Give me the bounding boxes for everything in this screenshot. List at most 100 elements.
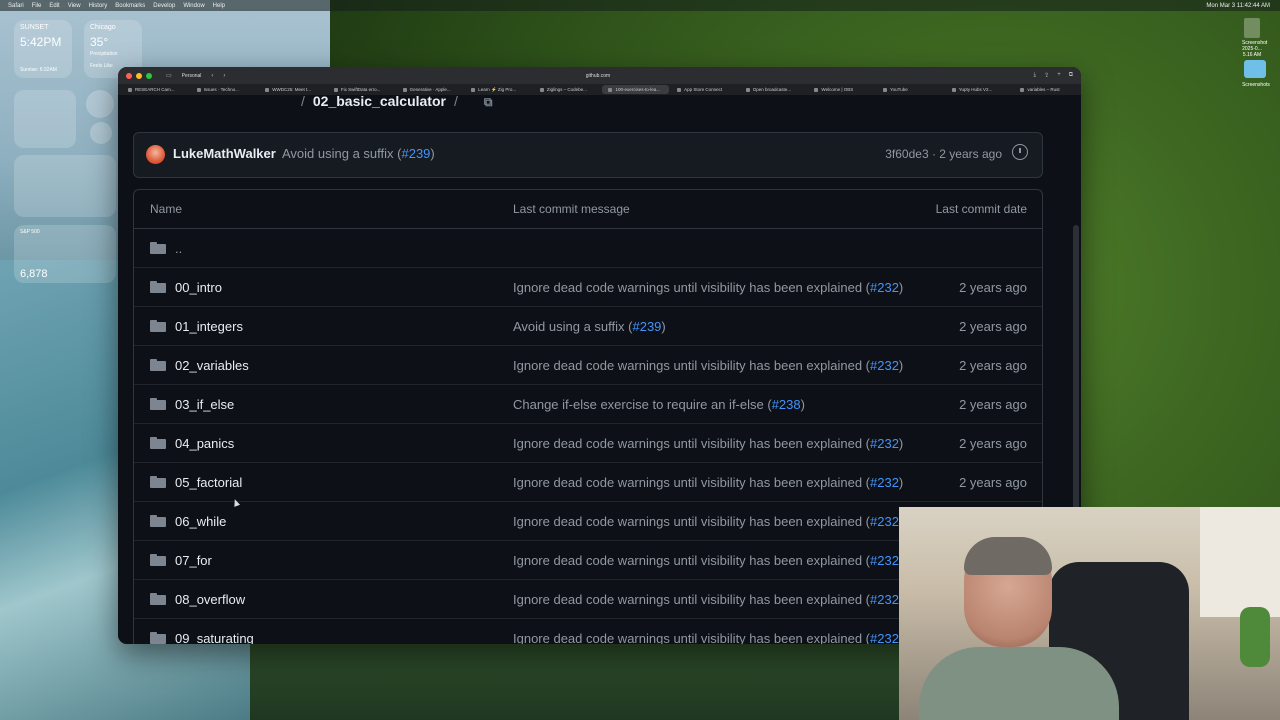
menu-view[interactable]: View — [68, 3, 81, 9]
menu-develop[interactable]: Develop — [153, 3, 175, 9]
menu-window[interactable]: Window — [183, 3, 204, 9]
new-tab-icon[interactable]: + — [1057, 72, 1061, 79]
tab[interactable]: Generative · Apple... — [397, 85, 464, 94]
stock-name: S&P 500 — [20, 229, 40, 235]
commit-pr-link[interactable]: #239 — [401, 146, 430, 161]
folder-name-link[interactable]: 05_factorial — [175, 475, 242, 490]
tab[interactable]: Open broadcaste... — [740, 85, 807, 94]
parent-dir-link[interactable]: .. — [175, 241, 182, 256]
sunset-widget[interactable]: SUNSET 5:42PM Sunrise: 6:32AM — [14, 20, 72, 78]
calendar-widget[interactable] — [14, 155, 116, 217]
browser-titlebar: ▭ Personal ‹ › github.com ⤓ ⇪ + ⧉ — [118, 67, 1081, 84]
commit-message-link[interactable]: Ignore dead code warnings until visibili… — [513, 553, 903, 568]
menu-safari[interactable]: Safari — [8, 3, 24, 9]
folder-icon — [150, 398, 166, 410]
commit-message-link[interactable]: Ignore dead code warnings until visibili… — [513, 358, 903, 373]
pr-link[interactable]: #232 — [870, 631, 899, 644]
table-header: Name Last commit message Last commit dat… — [134, 190, 1042, 229]
menu-history[interactable]: History — [89, 3, 108, 9]
pr-link[interactable]: #232 — [870, 592, 899, 607]
forward-icon[interactable]: › — [223, 73, 225, 79]
table-row[interactable]: 04_panics Ignore dead code warnings until… — [134, 424, 1042, 463]
commit-message[interactable]: Avoid using a suffix (#239) — [282, 146, 435, 161]
folder-name-link[interactable]: 03_if_else — [175, 397, 234, 412]
folder-name-link[interactable]: 09_saturating — [175, 631, 254, 644]
table-row[interactable]: 00_intro Ignore dead code warnings until … — [134, 268, 1042, 307]
tab[interactable]: Learn ⚡ Zig Pro... — [465, 85, 532, 94]
commit-message-link[interactable]: Change if-else exercise to require an if… — [513, 397, 805, 412]
sunrise-time: Sunrise: 6:32AM — [20, 67, 57, 73]
folder-name-link[interactable]: 07_for — [175, 553, 212, 568]
pr-link[interactable]: #232 — [870, 358, 899, 373]
pr-link[interactable]: #232 — [870, 436, 899, 451]
breadcrumb-current: 02_basic_calculator — [312, 95, 446, 109]
commit-message-link[interactable]: Ignore dead code warnings until visibili… — [513, 631, 903, 644]
minimize-window-button[interactable] — [136, 72, 142, 79]
commit-date: 2 years ago — [959, 319, 1027, 334]
sidebar-toggle-icon[interactable]: ▭ — [166, 72, 172, 79]
folder-icon — [150, 359, 166, 371]
folder-name-link[interactable]: 06_while — [175, 514, 226, 529]
weather-city: Chicago — [90, 24, 116, 31]
commit-message-link[interactable]: Avoid using a suffix (#239) — [513, 319, 666, 334]
commit-message-link[interactable]: Ignore dead code warnings until visibili… — [513, 514, 903, 529]
tab[interactable]: variables – Rust — [1014, 85, 1081, 94]
commit-message-link[interactable]: Ignore dead code warnings until visibili… — [513, 436, 903, 451]
table-row[interactable]: 05_factorial Ignore dead code warnings un… — [134, 463, 1042, 502]
commit-message-link[interactable]: Ignore dead code warnings until visibili… — [513, 280, 903, 295]
tab[interactable]: App Store Connect — [671, 85, 738, 94]
menu-help[interactable]: Help — [213, 3, 225, 9]
table-row[interactable]: 02_variables Ignore dead code warnings un… — [134, 346, 1042, 385]
screenshots-folder-icon[interactable] — [1244, 60, 1266, 78]
history-icon[interactable] — [1012, 144, 1028, 160]
share-icon[interactable]: ⇪ — [1044, 72, 1049, 79]
commit-date: 2 years ago — [959, 280, 1027, 295]
commit-message-link[interactable]: Ignore dead code warnings until visibili… — [513, 475, 903, 490]
close-window-button[interactable] — [126, 72, 132, 79]
folder-name-link[interactable]: 08_overflow — [175, 592, 245, 607]
folder-name-link[interactable]: 01_integers — [175, 319, 243, 334]
tab[interactable]: Yupty Hubs V2... — [946, 85, 1013, 94]
table-row[interactable]: 03_if_else Change if-else exercise to req… — [134, 385, 1042, 424]
table-row[interactable]: 01_integers Avoid using a suffix (#239) 2 … — [134, 307, 1042, 346]
menu-bookmarks[interactable]: Bookmarks — [115, 3, 145, 9]
latest-commit-bar: LukeMathWalker Avoid using a suffix (#23… — [133, 132, 1043, 178]
pr-link[interactable]: #232 — [870, 475, 899, 490]
folder-name-link[interactable]: 04_panics — [175, 436, 234, 451]
avatar[interactable] — [146, 145, 165, 164]
desktop-screenshot-label: Screenshot 2025-0... 5.16 AM — [1242, 40, 1268, 58]
tab-active[interactable]: 100-exercises-to-lea... — [602, 85, 670, 94]
profile-selector[interactable]: Personal — [182, 73, 202, 79]
folder-name-link[interactable]: 02_variables — [175, 358, 249, 373]
commit-message-link[interactable]: Ignore dead code warnings until visibili… — [513, 592, 903, 607]
menu-file[interactable]: File — [32, 3, 42, 9]
tab-overview-icon[interactable]: ⧉ — [1069, 72, 1073, 79]
pr-link[interactable]: #232 — [870, 280, 899, 295]
pr-link[interactable]: #238 — [772, 397, 801, 412]
folder-name-link[interactable]: 00_intro — [175, 280, 222, 295]
pr-link[interactable]: #232 — [870, 553, 899, 568]
folder-icon — [150, 242, 166, 254]
tab[interactable]: YouTube — [877, 85, 944, 94]
tab[interactable]: Welcome | OBS — [808, 85, 875, 94]
folder-icon — [150, 632, 166, 644]
commit-sha-date[interactable]: 3f60de3 · 2 years ago — [885, 147, 1002, 161]
table-row-parent[interactable]: .. — [134, 229, 1042, 268]
tab[interactable]: Fix SwiftData erro... — [328, 85, 395, 94]
tab[interactable]: RESEARCH Cam... — [122, 85, 189, 94]
back-icon[interactable]: ‹ — [211, 73, 213, 79]
address-bar[interactable]: github.com — [498, 73, 698, 79]
tab[interactable]: Issues · Techno... — [191, 85, 258, 94]
zoom-window-button[interactable] — [146, 72, 152, 79]
battery-widget[interactable] — [14, 90, 76, 148]
download-icon[interactable]: ⤓ — [1034, 72, 1037, 79]
header-date: Last commit date — [935, 202, 1027, 216]
pr-link[interactable]: #239 — [632, 319, 661, 334]
copy-path-icon[interactable]: ⧉ — [484, 95, 493, 109]
pr-link[interactable]: #232 — [870, 514, 899, 529]
menu-clock[interactable]: Mon Mar 3 11:42:44 AM — [1206, 3, 1270, 9]
menu-edit[interactable]: Edit — [49, 3, 59, 9]
tab[interactable]: Ziglings – Codebe... — [534, 85, 601, 94]
tab[interactable]: WWDC25: Meet t... — [259, 85, 326, 94]
commit-author[interactable]: LukeMathWalker — [173, 146, 276, 161]
